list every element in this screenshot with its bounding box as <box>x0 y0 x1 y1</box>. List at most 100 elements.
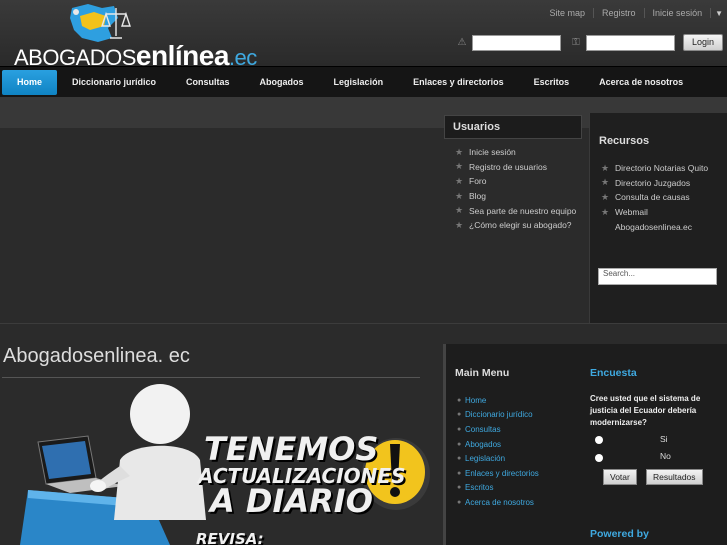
star-icon: ★ <box>455 161 464 172</box>
list-item[interactable]: ★ Blog <box>455 189 576 204</box>
nav-consultas[interactable]: Consultas <box>171 70 245 95</box>
results-button[interactable]: Resultados <box>646 469 703 485</box>
list-item[interactable]: ★Abogadosenlinea.ec <box>601 219 708 234</box>
main-menu-title: Main Menu <box>455 367 510 379</box>
nav-diccionario[interactable]: Diccionario jurídico <box>57 70 171 95</box>
star-icon: ★ <box>601 191 610 202</box>
bullet-icon: ● <box>457 455 462 463</box>
banner-image: TENEMOS ACTUALIZACIONES A DIARIO REVISA: <box>0 380 440 545</box>
star-icon: ★ <box>455 190 464 201</box>
bullet-icon: ● <box>457 440 462 448</box>
user-icon: ⚠ <box>457 37 467 48</box>
recursos-item-label: Consulta de causas <box>615 192 690 203</box>
menu-item-label: Acerca de nosotros <box>465 497 534 507</box>
banner-line-1: TENEMOS <box>204 430 379 468</box>
star-icon: ★ <box>601 162 610 173</box>
menu-item-label: Enlaces y directorios <box>465 468 539 478</box>
nav-escritos[interactable]: Escritos <box>519 70 585 95</box>
login-button[interactable]: Login <box>682 34 723 51</box>
usuarios-item-label: Sea parte de nuestro equipo <box>469 205 577 216</box>
poll-radio-si[interactable] <box>595 436 603 444</box>
list-item[interactable]: ★ Consulta de causas <box>601 190 708 205</box>
menu-item-label: Consultas <box>465 424 501 434</box>
bullet-icon: ● <box>457 484 462 492</box>
nav-enlaces[interactable]: Enlaces y directorios <box>398 70 519 95</box>
main-menu-list: ● Home ● Diccionario jurídico ● Consultas ●… <box>457 393 539 510</box>
powered-by-title: Powered by <box>590 528 649 540</box>
recursos-item-label: Directorio Juzgados <box>615 177 691 188</box>
menu-item-label: Abogados <box>465 439 502 449</box>
poll-question: Cree usted que el sistema de justicia de… <box>590 394 701 427</box>
search-input[interactable]: Search... <box>598 268 717 285</box>
vote-button[interactable]: Votar <box>603 469 637 485</box>
list-item[interactable]: ● Legislación <box>457 451 539 466</box>
usuarios-title: Usuarios <box>444 115 582 139</box>
password-input[interactable] <box>585 34 675 51</box>
nav-acerca[interactable]: Acerca de nosotros <box>584 70 698 95</box>
bullet-icon: ● <box>457 425 462 433</box>
list-item[interactable]: ● Consultas <box>457 422 539 437</box>
username-input[interactable] <box>471 34 561 51</box>
banner-line-4: REVISA: <box>196 530 264 545</box>
divider <box>0 323 727 324</box>
bullet-icon: ● <box>457 469 462 477</box>
nav-legislacion[interactable]: Legislación <box>319 70 399 95</box>
recursos-title: Recursos <box>599 135 650 147</box>
list-item[interactable]: ★ Registro de usuarios <box>455 160 576 175</box>
title-rule <box>2 377 420 378</box>
menu-item-label: Diccionario jurídico <box>465 410 533 420</box>
poll-option-no: No <box>660 451 671 461</box>
usuarios-item-label: Blog <box>469 191 487 202</box>
list-item[interactable]: ● Home <box>457 393 539 408</box>
chevron-down-icon[interactable]: ▼ <box>715 9 723 18</box>
list-item[interactable]: ● Diccionario jurídico <box>457 408 539 423</box>
nav-home[interactable]: Home <box>2 69 58 95</box>
star-icon: ★ <box>455 219 464 230</box>
key-icon: ⚿ <box>572 37 580 48</box>
list-item[interactable]: ● Escritos <box>457 481 539 496</box>
recursos-item-label: Directorio Notarias Quito <box>615 163 709 174</box>
list-item[interactable]: ● Enlaces y directorios <box>457 466 539 481</box>
header: ABOGADOSenlínea.ec Site map Registro Ini… <box>0 0 727 71</box>
star-icon: ★ <box>601 206 610 217</box>
nav-abogados[interactable]: Abogados <box>245 70 319 95</box>
poll-radio-no[interactable] <box>595 454 603 462</box>
bullet-icon: ● <box>457 498 462 506</box>
star-icon: ★ <box>455 146 464 157</box>
login-form: ⚠ ⚿ Login <box>455 34 727 51</box>
menu-item-label: Legislación <box>465 454 506 464</box>
menu-item-label: Escritos <box>465 483 494 493</box>
site-logo[interactable]: ABOGADOSenlínea.ec <box>10 2 257 71</box>
poll-title: Encuesta <box>590 367 637 379</box>
menu-item-label: Home <box>465 395 487 405</box>
register-link[interactable]: Registro <box>594 8 645 18</box>
list-item[interactable]: ★ Directorio Juzgados <box>601 176 708 191</box>
page-title: Abogadosenlinea. ec <box>3 345 190 367</box>
bullet-icon: ● <box>457 396 462 404</box>
banner-line-3: A DIARIO <box>210 482 373 520</box>
list-item[interactable]: ★ ¿Cómo elegir su abogado? <box>455 218 576 233</box>
site-map-link[interactable]: Site map <box>542 8 595 18</box>
list-item[interactable]: ★ Foro <box>455 174 576 189</box>
usuarios-item-label: Inicie sesión <box>469 147 516 158</box>
recursos-list: ★ Directorio Notarias Quito ★ Directorio J… <box>601 161 708 234</box>
list-item[interactable]: ★ Directorio Notarias Quito <box>601 161 708 176</box>
bullet-icon: ● <box>457 411 462 419</box>
top-links: Site map Registro Inicie sesión ▼ <box>542 8 727 18</box>
star-icon: ★ <box>455 205 464 216</box>
poll-option-si: Si <box>660 434 668 444</box>
recursos-item-label: Abogadosenlinea.ec <box>615 221 693 232</box>
list-item[interactable]: ● Abogados <box>457 437 539 452</box>
usuarios-item-label: Registro de usuarios <box>469 161 547 172</box>
usuarios-item-label: ¿Cómo elegir su abogado? <box>469 220 572 231</box>
list-item[interactable]: ★ Webmail <box>601 205 708 220</box>
main-nav: Home Diccionario jurídico Consultas Abog… <box>0 66 727 97</box>
usuarios-list: ★ Inicie sesión ★ Registro de usuarios ★ Fo… <box>455 145 576 233</box>
login-link[interactable]: Inicie sesión <box>645 8 712 18</box>
recursos-item-label: Webmail <box>615 207 648 218</box>
list-item[interactable]: ★ Inicie sesión <box>455 145 576 160</box>
usuarios-item-label: Foro <box>469 176 487 187</box>
list-item[interactable]: ★ Sea parte de nuestro equipo <box>455 203 576 218</box>
star-icon: ★ <box>601 177 610 188</box>
list-item[interactable]: ● Acerca de nosotros <box>457 495 539 510</box>
